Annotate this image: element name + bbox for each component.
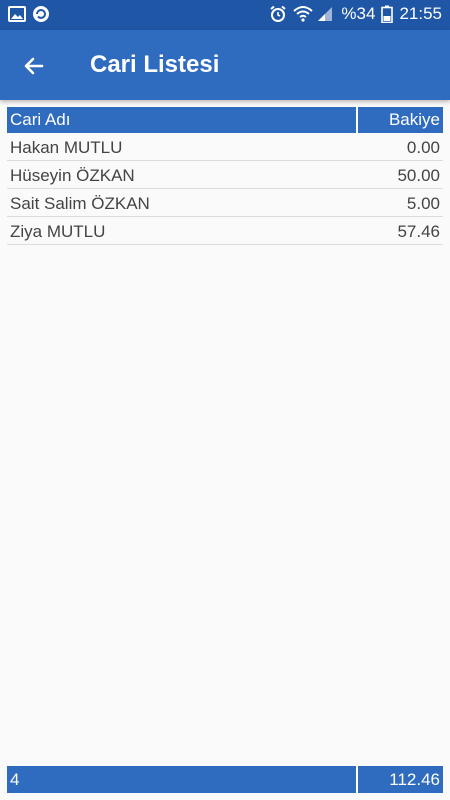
row-balance: 0.00 [406, 138, 440, 157]
battery-percent-text: %34 [341, 4, 376, 23]
back-button[interactable] [18, 50, 50, 82]
table-row[interactable]: Ziya MUTLU 57.46 [7, 217, 443, 245]
row-balance: 57.46 [397, 222, 440, 241]
row-name: Ziya MUTLU [10, 222, 106, 241]
table-row[interactable]: Sait Salim ÖZKAN 5.00 [7, 189, 443, 217]
battery-icon [381, 5, 394, 24]
arrow-left-icon [24, 57, 44, 75]
row-name: Hakan MUTLU [10, 138, 123, 157]
status-bar-right: %34 21:55 [269, 4, 442, 24]
account-table: Cari Adı Bakiye Hakan MUTLU 0.00 Hüseyin… [7, 107, 443, 245]
record-count: 4 [7, 766, 358, 793]
table-row[interactable]: Hakan MUTLU 0.00 [7, 133, 443, 161]
balance-total: 112.46 [358, 766, 443, 793]
table-header: Cari Adı Bakiye [7, 107, 443, 133]
column-header-balance[interactable]: Bakiye [358, 107, 443, 133]
row-name: Hüseyin ÖZKAN [10, 166, 135, 185]
app-bar: Cari Listesi [0, 30, 450, 100]
row-balance: 50.00 [397, 166, 440, 185]
alarm-icon [269, 5, 287, 23]
clock-text: 21:55 [399, 4, 442, 23]
column-header-name[interactable]: Cari Adı [7, 107, 358, 133]
table-footer: 4 112.46 [7, 766, 443, 793]
row-balance: 5.00 [406, 194, 440, 213]
sync-app-icon [32, 5, 50, 23]
status-bar-left [8, 5, 50, 23]
status-bar: %34 21:55 [0, 0, 450, 30]
table-row[interactable]: Hüseyin ÖZKAN 50.00 [7, 161, 443, 189]
signal-icon [317, 5, 335, 23]
gallery-icon [8, 5, 26, 23]
page-title: Cari Listesi [90, 51, 220, 78]
row-name: Sait Salim ÖZKAN [10, 194, 150, 213]
wifi-icon [293, 5, 314, 23]
